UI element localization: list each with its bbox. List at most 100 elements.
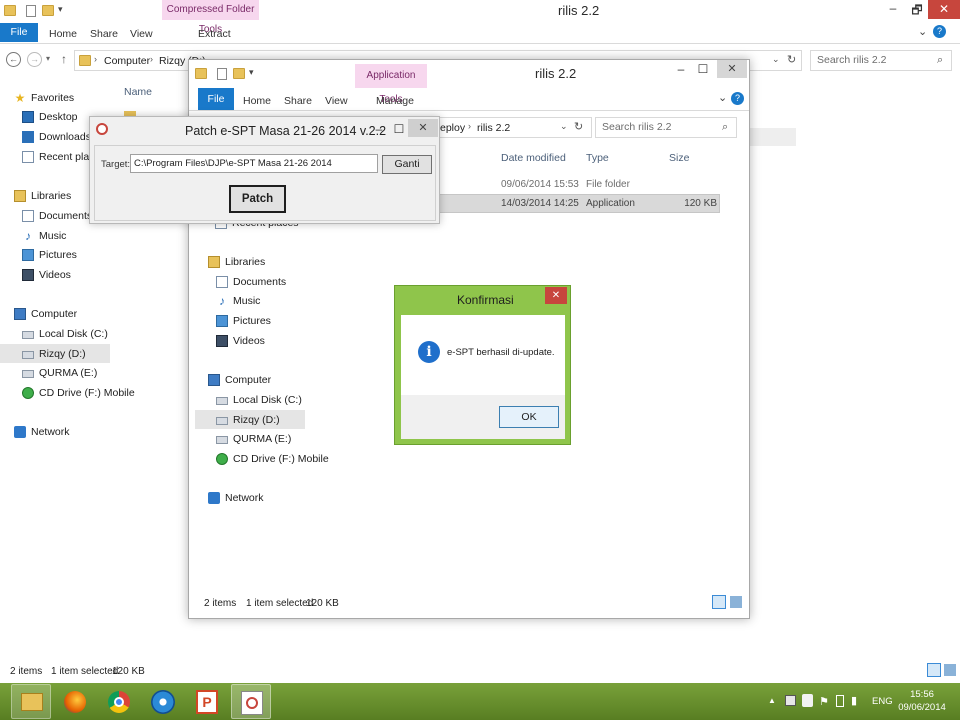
chrome-center-icon (114, 697, 124, 707)
fg-details-view-icon[interactable] (712, 595, 726, 609)
taskbar-patch-button[interactable] (231, 684, 271, 719)
taskbar-firefox-button[interactable] (55, 684, 95, 719)
properties-icon[interactable] (26, 5, 36, 17)
bg-close-button[interactable]: ✕ (928, 0, 960, 19)
qat-dropdown-icon[interactable]: ▾ (249, 67, 254, 78)
patch-minimize-button[interactable]: ‒ (370, 122, 388, 136)
fg-nav-libraries[interactable]: Libraries (208, 256, 265, 268)
fg-tab-share[interactable]: Share (284, 95, 312, 107)
bg-tab-file[interactable]: File (0, 23, 38, 42)
fg-nav-videos[interactable]: Videos (216, 335, 265, 347)
fg-ribbon-expand-icon[interactable]: ⌄ (718, 91, 727, 104)
properties-icon[interactable] (217, 68, 227, 80)
browse-button[interactable]: Ganti (382, 155, 432, 174)
bg-search-input[interactable]: Search rilis 2.2 ⌕ (810, 50, 952, 71)
fg-nav-music[interactable]: ♪ Music (216, 295, 260, 307)
tray-icon-2[interactable] (802, 694, 813, 707)
fg-breadcrumb-rilis[interactable]: rilis 2.2 (477, 122, 510, 134)
bg-address-dropdown-icon[interactable]: ⌄ (772, 54, 780, 65)
bg-refresh-icon[interactable]: ↻ (787, 53, 796, 66)
fg-close-button[interactable]: ✕ (717, 60, 747, 78)
fg-nav-local-disk[interactable]: Local Disk (C:) (216, 394, 302, 406)
fg-tab-home[interactable]: Home (243, 95, 271, 107)
bg-nav-qurma[interactable]: QURMA (E:) (22, 367, 97, 379)
bg-nav-libraries[interactable]: Libraries (14, 190, 71, 202)
fg-column-type[interactable]: Type (586, 152, 609, 164)
patch-close-button[interactable]: ✕ (408, 119, 438, 137)
bg-forward-button[interactable]: → (27, 52, 42, 67)
clock[interactable]: 15:56 09/06/2014 (892, 688, 952, 714)
fg-tab-view[interactable]: View (325, 95, 348, 107)
fg-nav-pictures[interactable]: Pictures (216, 315, 271, 327)
table-row[interactable]: 14/03/2014 14:25 Application 120 KB (439, 194, 720, 213)
bg-nav-computer[interactable]: Computer (14, 308, 77, 320)
bg-details-view-icon[interactable] (927, 663, 941, 677)
tray-icon-1[interactable] (785, 695, 796, 706)
bg-ribbon-expand-icon[interactable]: ⌄ (918, 25, 927, 38)
fg-nav-computer[interactable]: Computer (208, 374, 271, 386)
taskbar-explorer-button[interactable] (11, 684, 51, 719)
flag-icon[interactable]: ⚑ (819, 695, 829, 708)
bg-nav-network[interactable]: Network (14, 426, 70, 438)
show-hidden-icons[interactable]: ▲ (768, 696, 776, 705)
bg-large-icons-view-icon[interactable] (944, 664, 956, 676)
bg-recent-dropdown-icon[interactable]: ▾ (46, 54, 50, 63)
bg-minimize-button[interactable]: ‒ (880, 1, 906, 15)
taskbar-media-button[interactable] (143, 684, 183, 719)
fg-tab-manage[interactable]: Manage (376, 95, 414, 107)
fg-nav-qurma[interactable]: QURMA (E:) (216, 433, 291, 445)
bg-nav-videos[interactable]: Videos (22, 269, 71, 281)
patch-button[interactable]: Patch (229, 185, 286, 213)
ok-button[interactable]: OK (499, 406, 559, 428)
bg-nav-cd[interactable]: CD Drive (F:) Mobile (22, 387, 135, 399)
fg-minimize-button[interactable]: ‒ (671, 62, 691, 76)
qat-dropdown-icon[interactable]: ▾ (58, 4, 63, 15)
bg-column-name[interactable]: Name (124, 86, 152, 98)
fg-refresh-icon[interactable]: ↻ (574, 120, 583, 133)
bg-nav-downloads[interactable]: Downloads (22, 131, 91, 143)
bg-nav-rizqy[interactable]: Rizqy (D:) (22, 348, 86, 360)
bg-maximize-button[interactable]: 🗗 (906, 1, 928, 22)
network-tray-icon[interactable]: ▮ (851, 694, 857, 707)
fg-nav-documents[interactable]: Documents (216, 276, 286, 288)
language-indicator[interactable]: ENG (872, 696, 893, 707)
bg-nav-documents[interactable]: Documents (22, 210, 92, 222)
fg-large-icons-view-icon[interactable] (730, 596, 742, 608)
fg-column-date[interactable]: Date modified (501, 152, 566, 164)
bg-nav-local-disk[interactable]: Local Disk (C:) (22, 328, 108, 340)
fg-address-dropdown-icon[interactable]: ⌄ (560, 121, 568, 132)
taskbar-powerpoint-button[interactable]: P (187, 684, 227, 719)
bg-back-button[interactable]: ← (6, 52, 21, 67)
bg-tab-home[interactable]: Home (49, 28, 77, 40)
battery-icon[interactable] (836, 695, 844, 707)
fg-maximize-button[interactable]: ☐ (693, 62, 713, 76)
fg-nav-rizqy[interactable]: Rizqy (D:) (216, 414, 280, 426)
taskbar-chrome-button[interactable] (99, 684, 139, 719)
bg-tab-share[interactable]: Share (90, 28, 118, 40)
bg-breadcrumb-computer[interactable]: Computer (104, 55, 150, 67)
table-row[interactable]: 09/06/2014 15:53 File folder (439, 175, 719, 193)
bg-help-icon[interactable]: ? (933, 25, 946, 38)
fg-address-bar[interactable]: eploy › rilis 2.2 ⌄ ↻ (434, 117, 592, 138)
fg-nav-network[interactable]: Network (208, 492, 264, 504)
bg-nav-pictures[interactable]: Pictures (22, 249, 77, 261)
fg-tab-file[interactable]: File (198, 88, 234, 110)
bg-nav-favorites[interactable]: ★ Favorites (14, 92, 75, 104)
fg-breadcrumb-deploy[interactable]: eploy (440, 122, 465, 134)
target-path-input[interactable]: C:\Program Files\DJP\e-SPT Masa 21-26 20… (130, 154, 378, 173)
bg-tab-extract[interactable]: Extract (198, 28, 231, 40)
bg-nav-music[interactable]: ♪ Music (22, 230, 66, 242)
bg-context-band: Compressed Folder Tools (162, 0, 259, 35)
confirm-close-button[interactable]: ✕ (545, 287, 567, 304)
fg-search-input[interactable]: Search rilis 2.2 ⌕ (595, 117, 737, 138)
bg-nav-desktop[interactable]: Desktop (22, 111, 78, 123)
fg-column-size[interactable]: Size (669, 152, 689, 164)
row-date: 14/03/2014 14:25 (501, 198, 579, 209)
new-folder-icon[interactable] (42, 5, 54, 16)
new-folder-icon[interactable] (233, 68, 245, 79)
bg-up-button[interactable]: ↑ (61, 52, 67, 66)
fg-help-icon[interactable]: ? (731, 92, 744, 105)
patch-maximize-button[interactable]: ☐ (390, 122, 408, 136)
fg-nav-cd[interactable]: CD Drive (F:) Mobile (216, 453, 329, 465)
bg-tab-view[interactable]: View (130, 28, 153, 40)
